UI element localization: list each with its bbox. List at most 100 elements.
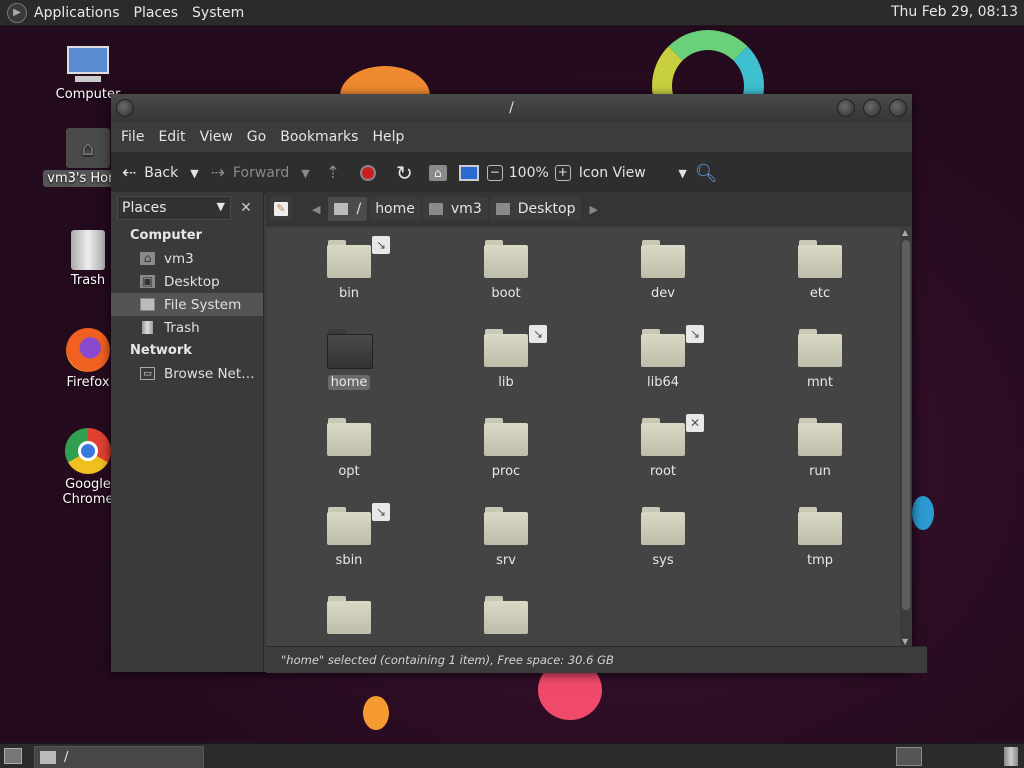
sidebar-item-vm3[interactable]: ⌂ vm3 [111,247,263,270]
file-item[interactable]: mnt [765,329,875,390]
file-item-label: sys [652,553,674,568]
file-item[interactable] [451,596,561,634]
clock[interactable]: Thu Feb 29, 08:13 [891,4,1018,20]
scroll-down-arrow[interactable]: ▼ [902,637,908,646]
sidebar-item-label: Browse Net… [164,365,255,382]
workspace-switcher[interactable] [896,747,922,766]
back-arrow-icon: ⇠ [122,163,137,183]
stop-button[interactable] [350,158,386,188]
file-item[interactable] [294,596,404,634]
top-panel: ▶ Applications Places System Thu Feb 29,… [0,0,1024,26]
drive-icon [334,203,349,215]
vertical-scrollbar[interactable]: ▲ ▼ [900,228,912,646]
scroll-up-arrow[interactable]: ▲ [902,228,908,237]
symlink-emblem-icon: ↘ [372,503,390,521]
window-title: / [509,100,514,116]
file-item-label: home [327,375,371,390]
menu-edit[interactable]: Edit [151,129,192,145]
file-item[interactable]: boot [451,240,561,301]
back-label: Back [144,165,179,181]
file-item-label: boot [491,286,521,301]
folder-icon [798,418,842,456]
path-scroll-right[interactable]: ▶ [583,197,603,221]
menu-bookmarks[interactable]: Bookmarks [273,129,365,145]
path-scroll-left[interactable]: ◀ [306,197,326,221]
taskbar-window-button[interactable]: / [34,746,204,768]
desktop-label: Google Chrome [62,477,114,507]
back-button[interactable]: ⇠ Back [116,158,184,188]
file-item[interactable]: tmp [765,507,875,568]
title-bar[interactable]: / [111,94,912,122]
sidebar-mode-select[interactable]: Places ▼ [117,196,231,220]
up-button[interactable]: ⇡ [316,158,350,188]
reload-button[interactable]: ↻ [386,158,423,188]
close-icon[interactable]: ✕ [235,197,257,219]
file-item[interactable]: ✕ root [608,414,718,479]
sidebar-item-file-system[interactable]: File System [111,293,263,316]
view-mode-select[interactable]: Icon View ▼ [573,158,689,188]
file-item[interactable]: run [765,418,875,479]
file-item-label: root [649,464,677,479]
file-item[interactable]: ↘ sbin [294,503,404,568]
places-menu[interactable]: Places [127,5,186,21]
path-segment-home[interactable]: home [369,197,421,221]
file-item[interactable]: ↘ bin [294,236,404,301]
search-button[interactable]: 🔍︎ [689,158,724,188]
menu-go[interactable]: Go [240,129,273,145]
file-item[interactable]: ↘ lib [451,325,561,390]
zoom-in-button[interactable]: + [553,158,573,188]
forward-button[interactable]: ⇢ Forward [205,158,296,188]
applications-menu[interactable]: Applications [27,5,127,21]
computer-icon [65,46,111,84]
sidebar-item-desktop[interactable]: ▣ Desktop [111,270,263,293]
back-history-dropdown[interactable]: ▼ [184,158,204,188]
home-folder-icon: ⌂ [66,128,110,168]
path-segment-desktop[interactable]: Desktop [489,197,582,221]
decor-cyan-circle [912,496,934,530]
file-item[interactable]: sys [608,507,718,568]
system-menu[interactable]: System [185,5,251,21]
scrollbar-thumb[interactable] [902,240,910,610]
symlink-emblem-icon: ↘ [686,325,704,343]
sidebar-item-trash[interactable]: Trash [111,316,263,339]
file-item[interactable]: etc [765,240,875,301]
file-item-label: dev [651,286,675,301]
minimize-button[interactable] [837,99,855,117]
folder-icon [40,751,56,764]
file-item[interactable]: ↘ lib64 [608,325,718,390]
path-segment-label: home [375,201,415,217]
path-segment-vm3[interactable]: vm3 [422,197,488,221]
home-button[interactable]: ⌂ [423,158,453,188]
folder-icon [327,329,373,369]
maximize-button[interactable] [863,99,881,117]
file-icon-view[interactable]: ↘ bin boot dev etc home ↘ lib ↘ lib64 mnt opt proc ✕ r… [266,228,900,646]
folder-icon [327,507,371,545]
menu-view[interactable]: View [193,129,240,145]
menu-help[interactable]: Help [365,129,411,145]
show-desktop-button[interactable] [4,748,22,764]
zoom-in-icon: + [554,165,571,181]
folder-icon [484,418,528,456]
file-item[interactable]: home [294,329,404,390]
computer-button[interactable] [453,158,485,188]
zoom-out-button[interactable]: − [485,158,505,188]
file-item[interactable]: dev [608,240,718,301]
close-button[interactable] [889,99,907,117]
forward-history-dropdown[interactable]: ▼ [295,158,315,188]
file-item[interactable]: opt [294,418,404,479]
path-segment-label: / [356,201,362,217]
file-item-label: bin [338,286,360,301]
home-icon: ⌂ [140,252,155,265]
file-item-label: proc [491,464,521,479]
status-bar: "home" selected (containing 1 item), Fre… [266,646,927,673]
file-item-label: srv [496,553,516,568]
sidebar-item-browse-network[interactable]: ▭ Browse Net… [111,362,263,385]
menu-file[interactable]: File [114,129,151,145]
location-toggle-button[interactable]: ✎ [270,197,292,221]
file-item[interactable]: proc [451,418,561,479]
file-item[interactable]: srv [451,507,561,568]
path-segment-root[interactable]: / [328,197,368,221]
app-menu-icon[interactable]: ▶ [7,2,27,23]
symlink-emblem-icon: ↘ [372,236,390,254]
trash-applet[interactable] [1004,747,1018,766]
